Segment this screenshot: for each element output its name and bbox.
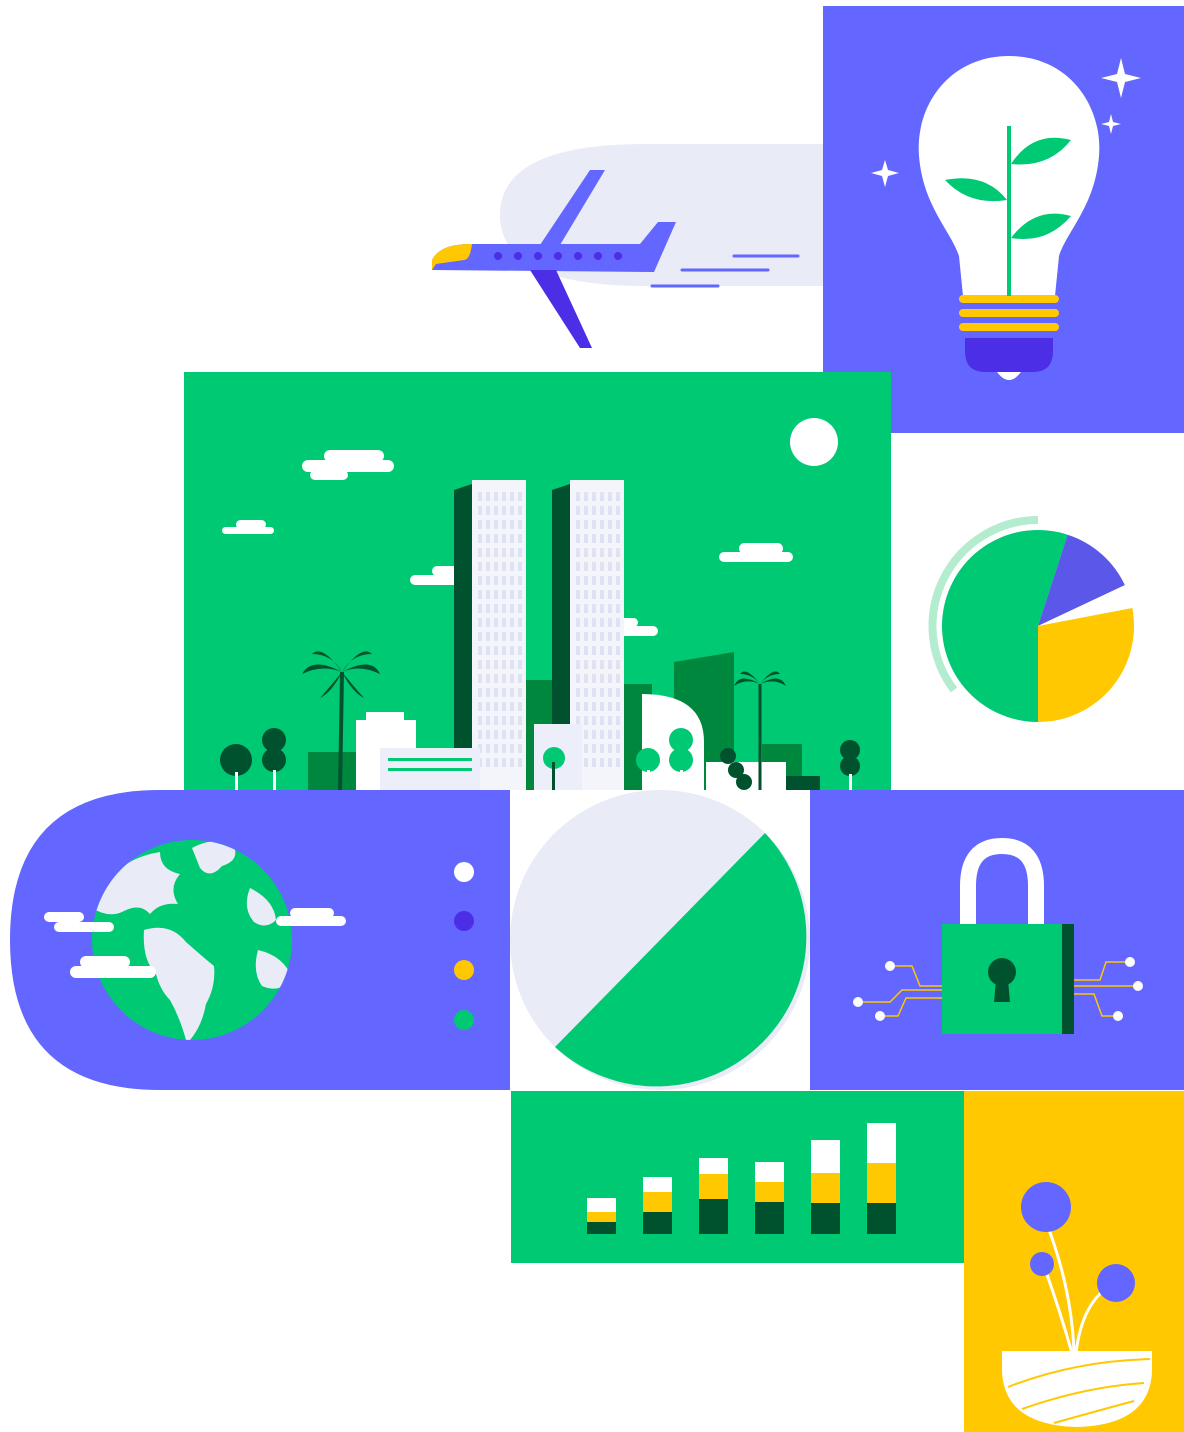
- airplane-icon: [432, 144, 830, 370]
- city-skyline-icon: [220, 418, 860, 790]
- split-circle-icon: [510, 790, 810, 1090]
- bar-segment: [755, 1202, 784, 1234]
- plant-tile: [964, 1091, 1184, 1432]
- bar-segment: [811, 1140, 840, 1173]
- bar-segment: [867, 1123, 896, 1163]
- bar-segment: [867, 1203, 896, 1234]
- stacked-bar-chart-icon: [587, 1123, 896, 1234]
- bar-segment: [587, 1198, 616, 1212]
- airplane-tile: [430, 140, 830, 380]
- pie-slice-yellow: [1038, 608, 1134, 722]
- globe-tile: [10, 790, 510, 1090]
- bar-segment: [699, 1174, 728, 1199]
- lightbulb-tile: [823, 6, 1184, 433]
- city-tile: [184, 372, 891, 790]
- bar-segment: [643, 1192, 672, 1212]
- globe-icon: [10, 790, 510, 1090]
- bar-segment: [699, 1158, 728, 1174]
- bar-segment: [587, 1222, 616, 1234]
- bar-segment: [643, 1177, 672, 1192]
- lightbulb-plant-icon: [871, 56, 1141, 380]
- bar-segment: [699, 1199, 728, 1234]
- bar-segment: [811, 1173, 840, 1203]
- split-circle-tile: [510, 790, 810, 1090]
- padlock-tile: [810, 790, 1184, 1090]
- pie-tile: [920, 510, 1150, 740]
- bar-segment: [811, 1203, 840, 1234]
- bar-chart-tile: [511, 1091, 964, 1263]
- potted-plant-icon: [1002, 1182, 1152, 1427]
- bar-segment: [755, 1182, 784, 1202]
- bar-segment: [587, 1212, 616, 1222]
- pie-chart-icon: [928, 516, 1134, 722]
- bar-segment: [643, 1212, 672, 1234]
- padlock-circuit-icon: [853, 837, 1143, 1034]
- bar-segment: [755, 1162, 784, 1182]
- bar-segment: [867, 1163, 896, 1203]
